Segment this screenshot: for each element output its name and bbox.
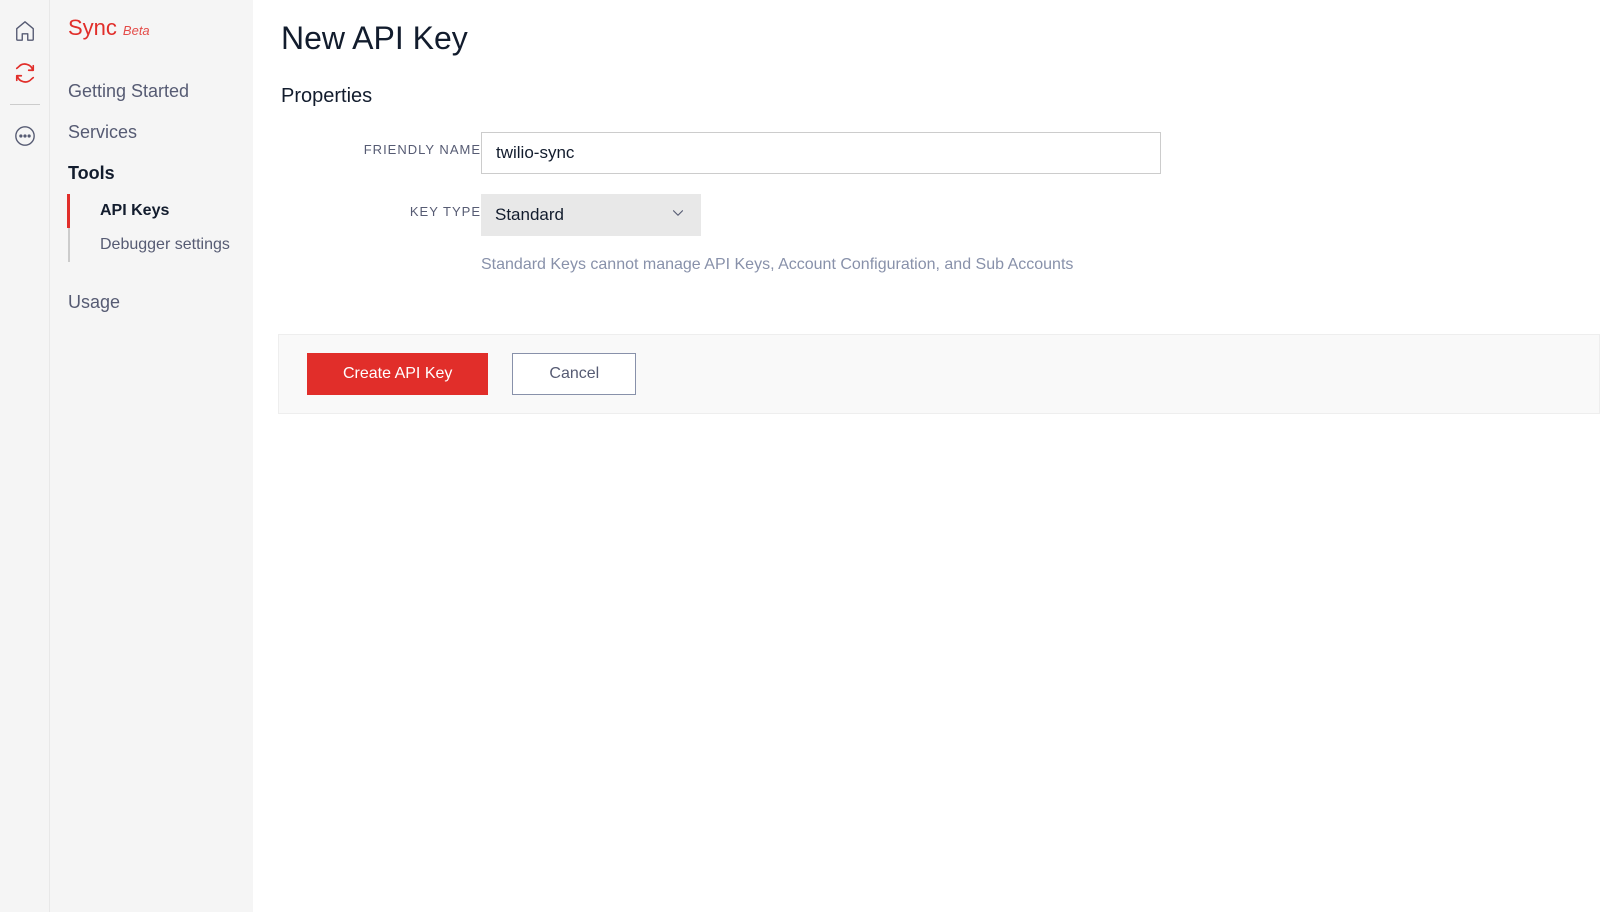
sync-icon — [14, 62, 36, 84]
sidebar-title: Sync — [68, 15, 117, 41]
sidebar-subitem-api-keys[interactable]: API Keys — [67, 194, 253, 228]
section-title: Properties — [281, 85, 1572, 108]
cancel-button[interactable]: Cancel — [512, 353, 636, 395]
form-row-key-type: Key Type Standard Standard Keys cannot m… — [281, 194, 1572, 274]
main-content: New API Key Properties Friendly Name Key… — [253, 0, 1600, 912]
sidebar-item-label: Services — [68, 122, 137, 142]
create-api-key-button[interactable]: Create API Key — [307, 353, 488, 395]
sidebar-gap — [50, 262, 253, 282]
home-icon — [14, 20, 36, 42]
key-type-select[interactable]: Standard — [481, 194, 701, 236]
key-type-value: Standard — [495, 205, 564, 225]
sidebar-subitem-label: Debugger settings — [100, 236, 230, 253]
more-icon — [14, 125, 36, 147]
sidebar-header: Sync Beta — [50, 15, 253, 71]
sidebar-item-services[interactable]: Services — [50, 112, 253, 153]
nav-more[interactable] — [0, 115, 50, 157]
form-row-friendly-name: Friendly Name — [281, 132, 1572, 174]
nav-home[interactable] — [0, 10, 50, 52]
nav-sync[interactable] — [0, 52, 50, 94]
sidebar-item-tools[interactable]: Tools — [50, 153, 253, 194]
friendly-name-input[interactable] — [481, 132, 1161, 174]
page-title: New API Key — [281, 20, 1572, 57]
icon-rail — [0, 0, 50, 912]
sidebar-item-label: Usage — [68, 292, 120, 312]
sidebar-item-usage[interactable]: Usage — [50, 282, 253, 323]
action-bar: Create API Key Cancel — [278, 334, 1600, 414]
key-type-helper-text: Standard Keys cannot manage API Keys, Ac… — [481, 256, 1161, 274]
chevron-down-icon — [669, 204, 687, 227]
sidebar-subitem-debugger-settings[interactable]: Debugger settings — [68, 228, 253, 262]
sidebar-item-label: Tools — [68, 163, 115, 183]
key-type-field-wrapper: Standard Standard Keys cannot manage API… — [481, 194, 1161, 274]
sidebar-item-getting-started[interactable]: Getting Started — [50, 71, 253, 112]
friendly-name-field-wrapper — [481, 132, 1161, 174]
key-type-label: Key Type — [281, 194, 481, 219]
rail-divider — [10, 104, 40, 105]
sidebar: Sync Beta Getting Started Services Tools… — [50, 0, 253, 912]
sidebar-item-label: Getting Started — [68, 81, 189, 101]
sidebar-badge: Beta — [123, 23, 150, 38]
friendly-name-label: Friendly Name — [281, 132, 481, 157]
sidebar-subitem-label: API Keys — [100, 202, 169, 219]
